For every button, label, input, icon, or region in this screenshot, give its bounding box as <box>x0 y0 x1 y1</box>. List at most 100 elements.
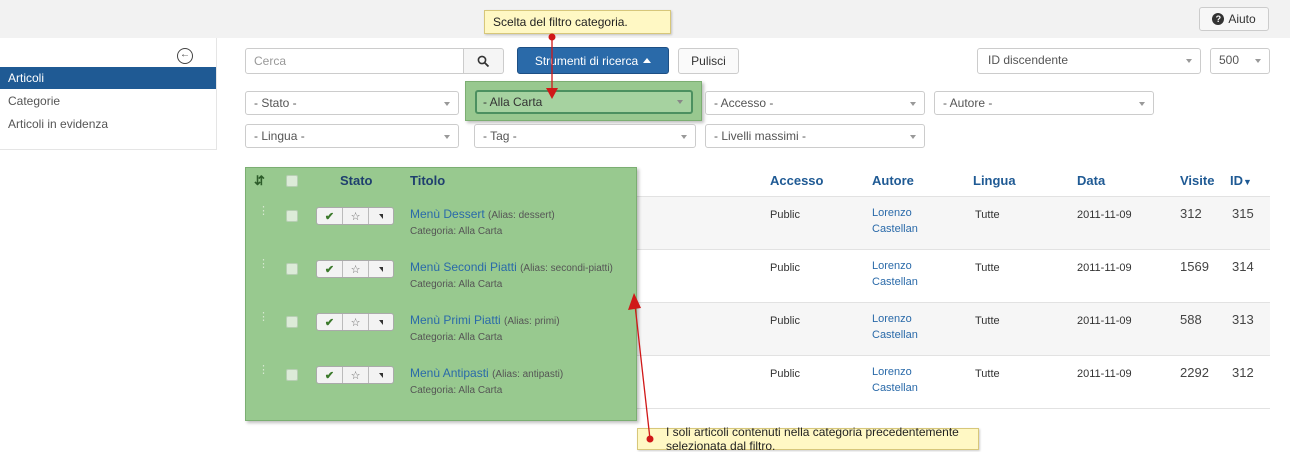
cell-id: 315 <box>1232 206 1254 221</box>
row-checkbox[interactable] <box>286 263 298 275</box>
sidebar-item-articoli[interactable]: Articoli <box>0 67 216 89</box>
header-visite[interactable]: Visite <box>1180 172 1214 190</box>
select-all-checkbox[interactable] <box>286 175 298 187</box>
sort-select[interactable]: ID discendente <box>977 48 1201 74</box>
sidebar-item-categorie[interactable]: Categorie <box>0 90 216 112</box>
row-checkbox[interactable] <box>286 316 298 328</box>
callout-filtered-articles: I soli articoli contenuti nella categori… <box>637 425 979 452</box>
search-icon <box>477 55 490 67</box>
chevron-down-icon <box>1186 59 1192 63</box>
caret-up-icon <box>643 58 652 63</box>
filter-autore[interactable]: - Autore - <box>934 91 1154 115</box>
article-title: Menù Secondi Piatti <box>410 260 517 274</box>
drag-handle-icon[interactable]: ⋮ <box>258 259 269 270</box>
header-autore[interactable]: Autore <box>872 172 914 190</box>
author-last-name: Castellan <box>872 276 918 288</box>
cell-language: Tutte <box>975 209 1000 221</box>
cell-author[interactable]: Lorenzo Castellan <box>872 205 918 237</box>
article-title-link[interactable]: Menù Secondi Piatti (Alias: secondi-piat… <box>410 260 613 274</box>
published-check-icon[interactable]: ✔ <box>317 314 343 330</box>
chevron-down-icon <box>1255 59 1261 63</box>
article-alias: (Alias: primi) <box>504 316 560 327</box>
article-title-link[interactable]: Menù Antipasti (Alias: antipasti) <box>410 366 563 380</box>
chevron-down-icon <box>910 135 916 139</box>
filter-livelli-value: - Livelli massimi - <box>714 129 807 143</box>
article-title: Menù Primi Piatti <box>410 313 501 327</box>
article-alias: (Alias: antipasti) <box>492 369 564 380</box>
header-lingua[interactable]: Lingua <box>973 172 1016 190</box>
cell-author[interactable]: Lorenzo Castellan <box>872 258 918 290</box>
help-label: Aiuto <box>1228 12 1256 26</box>
caret-down-icon <box>379 213 383 219</box>
filter-categoria[interactable]: - Alla Carta <box>475 90 693 114</box>
header-stato[interactable]: Stato <box>340 172 373 190</box>
chevron-down-icon <box>1139 102 1145 106</box>
article-title-link[interactable]: Menù Dessert (Alias: dessert) <box>410 207 555 221</box>
header-titolo[interactable]: Titolo <box>410 172 445 190</box>
featured-star-icon[interactable]: ☆ <box>343 367 369 383</box>
filter-livelli[interactable]: - Livelli massimi - <box>705 124 925 148</box>
row-actions-dropdown[interactable] <box>369 367 393 383</box>
collapse-sidebar-icon[interactable]: ← <box>177 48 193 64</box>
header-data[interactable]: Data <box>1077 172 1105 190</box>
article-alias: (Alias: secondi-piatti) <box>520 263 613 274</box>
caret-down-icon <box>379 266 383 272</box>
published-check-icon[interactable]: ✔ <box>317 367 343 383</box>
drag-handle-icon[interactable]: ⋮ <box>258 312 269 323</box>
row-status-group: ✔ ☆ <box>316 313 394 331</box>
article-category: Categoria: Alla Carta <box>410 226 503 237</box>
drag-handle-icon[interactable]: ⋮ <box>258 206 269 217</box>
cell-author[interactable]: Lorenzo Castellan <box>872 364 918 396</box>
chevron-down-icon <box>910 102 916 106</box>
filter-lingua[interactable]: - Lingua - <box>245 124 459 148</box>
filter-stato[interactable]: - Stato - <box>245 91 459 115</box>
category-filter-highlight: - Alla Carta <box>465 81 702 121</box>
article-category: Categoria: Alla Carta <box>410 385 503 396</box>
sidebar: ← Articoli Categorie Articoli in evidenz… <box>0 38 217 150</box>
search-tools-button[interactable]: Strumenti di ricerca <box>517 47 669 74</box>
chevron-down-icon <box>444 102 450 106</box>
limit-select[interactable]: 500 <box>1210 48 1270 74</box>
cell-id: 312 <box>1232 365 1254 380</box>
row-checkbox[interactable] <box>286 369 298 381</box>
sort-select-value: ID discendente <box>988 53 1069 67</box>
published-check-icon[interactable]: ✔ <box>317 261 343 277</box>
chevron-down-icon <box>681 135 687 139</box>
cell-author[interactable]: Lorenzo Castellan <box>872 311 918 343</box>
cell-access: Public <box>770 315 800 327</box>
cell-hits: 2292 <box>1180 365 1209 380</box>
filter-accesso[interactable]: - Accesso - <box>705 91 925 115</box>
drag-handle-icon[interactable]: ⋮ <box>258 365 269 376</box>
cell-id: 314 <box>1232 259 1254 274</box>
filter-tag[interactable]: - Tag - <box>474 124 696 148</box>
cell-date: 2011-11-09 <box>1077 315 1132 327</box>
caret-down-icon <box>379 372 383 378</box>
caret-down-icon <box>379 319 383 325</box>
featured-star-icon[interactable]: ☆ <box>343 208 369 224</box>
help-button[interactable]: ? Aiuto <box>1199 7 1269 31</box>
row-divider <box>637 302 1270 303</box>
row-actions-dropdown[interactable] <box>369 261 393 277</box>
published-check-icon[interactable]: ✔ <box>317 208 343 224</box>
cell-date: 2011-11-09 <box>1077 368 1132 380</box>
sidebar-item-articoli-in-evidenza[interactable]: Articoli in evidenza <box>0 113 216 135</box>
filter-tag-value: - Tag - <box>483 129 517 143</box>
table-highlight <box>245 167 637 421</box>
header-id[interactable]: ID▼ <box>1230 172 1252 190</box>
featured-star-icon[interactable]: ☆ <box>343 314 369 330</box>
featured-star-icon[interactable]: ☆ <box>343 261 369 277</box>
clear-button[interactable]: Pulisci <box>678 48 739 74</box>
article-title: Menù Dessert <box>410 207 485 221</box>
article-category: Categoria: Alla Carta <box>410 332 503 343</box>
sort-order-icon[interactable]: ⇵ <box>254 172 265 190</box>
row-actions-dropdown[interactable] <box>369 314 393 330</box>
filter-accesso-value: - Accesso - <box>714 96 774 110</box>
filter-categoria-value: - Alla Carta <box>483 95 543 109</box>
search-button[interactable] <box>464 48 504 74</box>
article-title-link[interactable]: Menù Primi Piatti (Alias: primi) <box>410 313 560 327</box>
header-accesso[interactable]: Accesso <box>770 172 823 190</box>
search-input[interactable] <box>245 48 464 74</box>
row-divider <box>637 249 1270 250</box>
row-actions-dropdown[interactable] <box>369 208 393 224</box>
row-checkbox[interactable] <box>286 210 298 222</box>
